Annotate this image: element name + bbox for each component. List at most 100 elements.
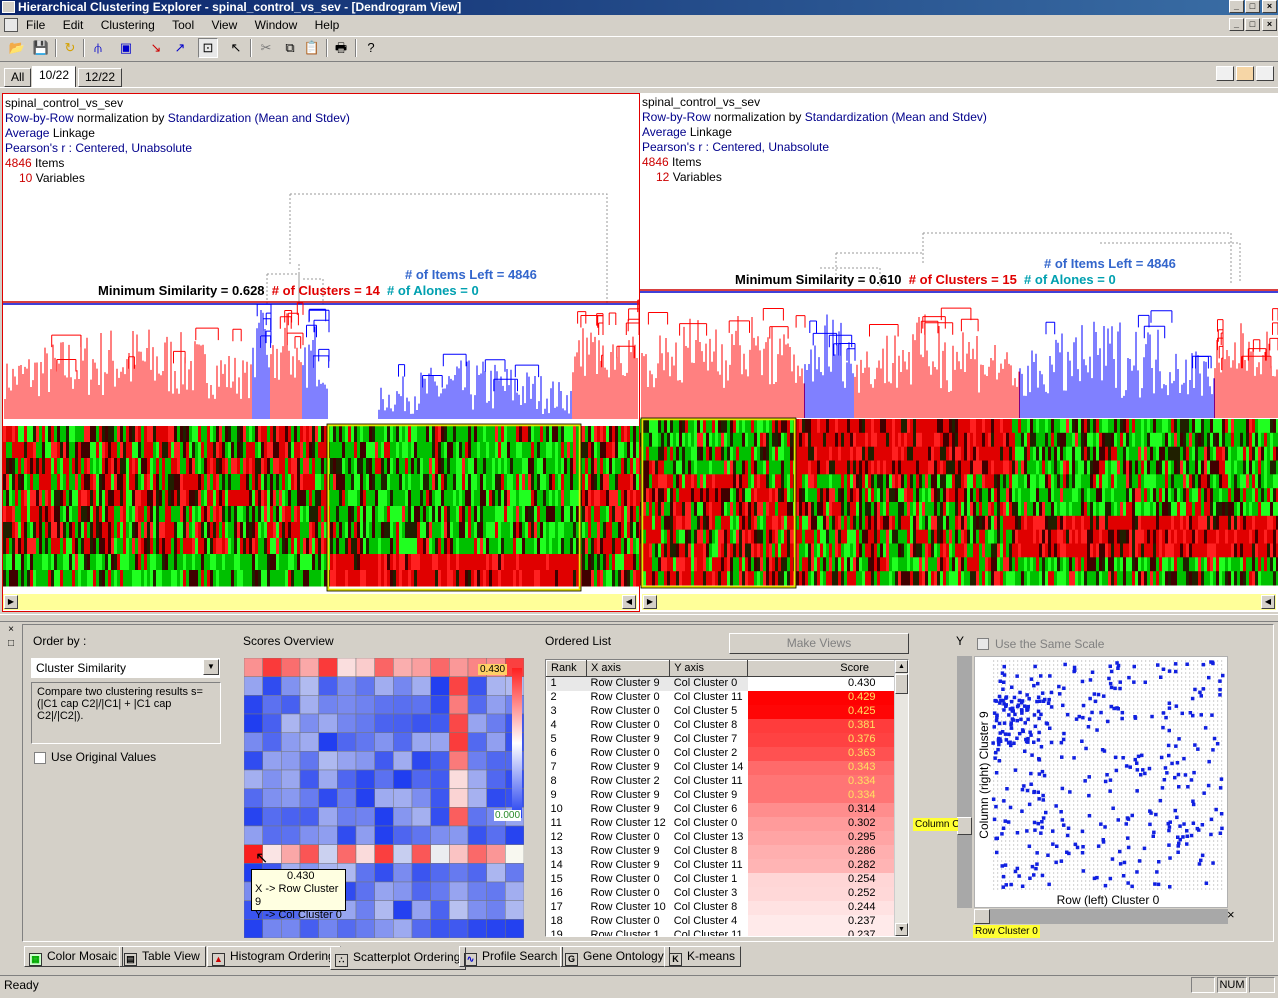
- score-cell[interactable]: [411, 881, 431, 901]
- score-cell[interactable]: [467, 807, 487, 827]
- score-cell[interactable]: [393, 900, 413, 920]
- score-cell[interactable]: [449, 676, 469, 696]
- score-cell[interactable]: [374, 881, 394, 901]
- menu-tool[interactable]: Tool: [165, 16, 201, 35]
- tab-gene-ontology[interactable]: G Gene Ontology: [560, 946, 670, 967]
- score-cell[interactable]: [281, 825, 301, 845]
- score-cell[interactable]: [355, 788, 375, 808]
- score-cell[interactable]: [486, 844, 506, 864]
- score-cell[interactable]: [486, 676, 506, 696]
- score-cell[interactable]: [299, 807, 319, 827]
- score-cell[interactable]: [281, 769, 301, 789]
- score-cell[interactable]: [449, 919, 469, 938]
- mdi-close-button[interactable]: ×: [1262, 18, 1277, 31]
- save-icon[interactable]: 💾: [31, 38, 51, 58]
- score-cell[interactable]: [505, 863, 524, 883]
- ordered-list-scrollbar[interactable]: ▲ ▼: [894, 660, 908, 936]
- score-cell[interactable]: [299, 658, 319, 677]
- score-cell[interactable]: [355, 881, 375, 901]
- score-cell[interactable]: [411, 695, 431, 715]
- score-cell[interactable]: [467, 863, 487, 883]
- list-row[interactable]: 12 Row Cluster 0 Col Cluster 13 0.295: [547, 830, 896, 845]
- score-cell[interactable]: [393, 713, 413, 733]
- score-cell[interactable]: [430, 919, 450, 938]
- pointer-icon[interactable]: ↖: [226, 38, 246, 58]
- dock-restore-icon[interactable]: □: [4, 638, 18, 652]
- score-cell[interactable]: [262, 919, 282, 938]
- score-cell[interactable]: [374, 695, 394, 715]
- score-cell[interactable]: [505, 881, 524, 901]
- score-cell[interactable]: [355, 863, 375, 883]
- list-row[interactable]: 1 Row Cluster 9 Col Cluster 0 0.430: [546, 676, 896, 691]
- score-cell[interactable]: [262, 676, 282, 696]
- score-cell[interactable]: [449, 695, 469, 715]
- tab-histogram-ordering[interactable]: ▲ Histogram Ordering: [207, 946, 341, 967]
- score-cell[interactable]: [486, 769, 506, 789]
- help-icon[interactable]: ?: [361, 38, 381, 58]
- left-dendrogram-panel[interactable]: spinal_control_vs_sev Row-by-Row normali…: [2, 93, 640, 612]
- left-scrollbar[interactable]: [3, 594, 637, 610]
- score-cell[interactable]: [467, 751, 487, 771]
- score-cell[interactable]: [467, 695, 487, 715]
- score-cell[interactable]: [411, 713, 431, 733]
- menu-edit[interactable]: Edit: [56, 16, 91, 35]
- score-cell[interactable]: [430, 769, 450, 789]
- score-cell[interactable]: [393, 881, 413, 901]
- score-cell[interactable]: [374, 919, 394, 938]
- column-slider-thumb[interactable]: [957, 817, 972, 835]
- tab-k-means[interactable]: K K-means: [664, 946, 742, 967]
- cluster-dendrogram[interactable]: [641, 307, 1278, 418]
- right-dendrogram-panel[interactable]: spinal_control_vs_sev Row-by-Row normali…: [640, 93, 1278, 612]
- list-row[interactable]: 3 Row Cluster 0 Col Cluster 5 0.425: [547, 704, 896, 719]
- score-cell[interactable]: [505, 844, 524, 864]
- score-cell[interactable]: [467, 713, 487, 733]
- score-cell[interactable]: [467, 900, 487, 920]
- menu-window[interactable]: Window: [248, 16, 305, 35]
- app-icon[interactable]: [2, 1, 15, 13]
- score-cell[interactable]: [355, 825, 375, 845]
- score-cell[interactable]: [318, 713, 338, 733]
- score-cell[interactable]: [374, 658, 394, 677]
- score-cell[interactable]: [411, 844, 431, 864]
- score-cell[interactable]: [411, 825, 431, 845]
- score-cell[interactable]: [318, 769, 338, 789]
- score-cell[interactable]: [355, 769, 375, 789]
- score-cell[interactable]: [430, 844, 450, 864]
- layout-columns-icon[interactable]: [1256, 66, 1274, 81]
- right-scroll-left-icon[interactable]: ◀: [1261, 595, 1275, 609]
- score-cell[interactable]: [299, 919, 319, 938]
- score-cell[interactable]: [281, 676, 301, 696]
- right-scroll-right-icon[interactable]: ▶: [643, 595, 657, 609]
- score-cell[interactable]: [299, 844, 319, 864]
- score-cell[interactable]: [374, 844, 394, 864]
- score-cell[interactable]: [299, 676, 319, 696]
- list-row[interactable]: 13 Row Cluster 9 Col Cluster 8 0.286: [547, 844, 896, 859]
- list-row[interactable]: 8 Row Cluster 2 Col Cluster 11 0.334: [547, 774, 896, 789]
- score-cell[interactable]: [430, 658, 450, 677]
- score-cell[interactable]: [467, 919, 487, 938]
- score-cell[interactable]: [355, 751, 375, 771]
- score-cell[interactable]: [430, 825, 450, 845]
- score-cell[interactable]: [393, 751, 413, 771]
- score-cell[interactable]: [355, 676, 375, 696]
- make-views-button[interactable]: Make Views: [729, 633, 909, 654]
- score-cell[interactable]: [411, 788, 431, 808]
- score-cell[interactable]: [244, 919, 263, 938]
- cluster-dendrogram[interactable]: [4, 299, 639, 419]
- tab-profile-search[interactable]: ∿ Profile Search: [459, 946, 564, 967]
- ordered-list[interactable]: Rank X axis Y axis Score 1 Row Cluster 9 C…: [545, 659, 909, 937]
- score-cell[interactable]: [374, 863, 394, 883]
- left-scroll-right-icon[interactable]: ▶: [4, 595, 18, 609]
- score-cell[interactable]: [486, 825, 506, 845]
- list-scroll-up-icon[interactable]: ▲: [895, 660, 908, 673]
- score-cell[interactable]: [374, 713, 394, 733]
- score-cell[interactable]: [355, 844, 375, 864]
- score-cell[interactable]: [281, 658, 301, 677]
- score-cell[interactable]: [281, 751, 301, 771]
- score-cell[interactable]: [299, 825, 319, 845]
- score-cell[interactable]: [299, 769, 319, 789]
- score-cell[interactable]: [393, 863, 413, 883]
- score-cell[interactable]: [281, 695, 301, 715]
- score-cell[interactable]: [318, 732, 338, 752]
- arrow-blue-icon[interactable]: ↗: [170, 38, 190, 58]
